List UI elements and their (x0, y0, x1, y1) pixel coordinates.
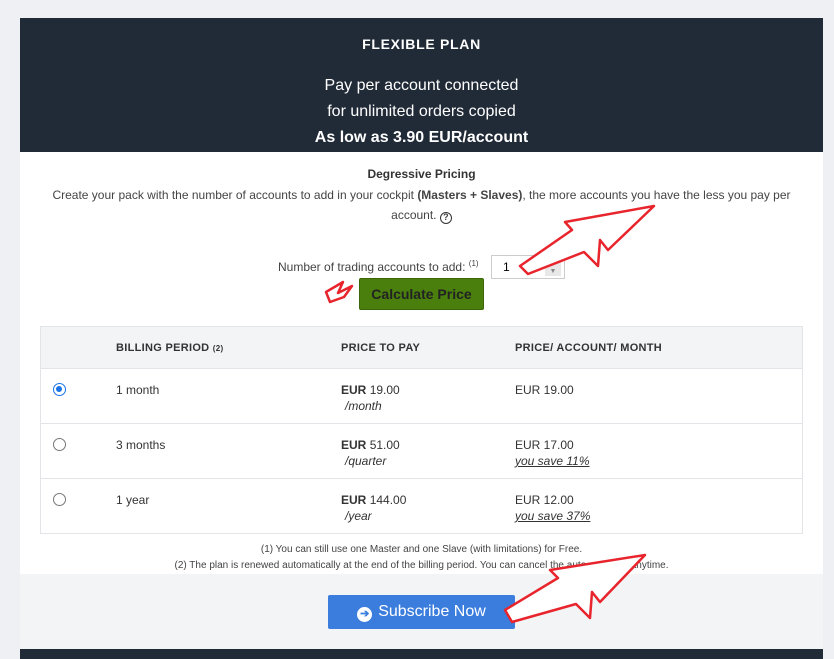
annotation-arrow-subscribe (503, 553, 647, 624)
annotation-arrow-input-icon (324, 204, 656, 624)
annotation-arrow-calc (324, 280, 354, 304)
annotation-arrow-quantity (518, 204, 656, 276)
